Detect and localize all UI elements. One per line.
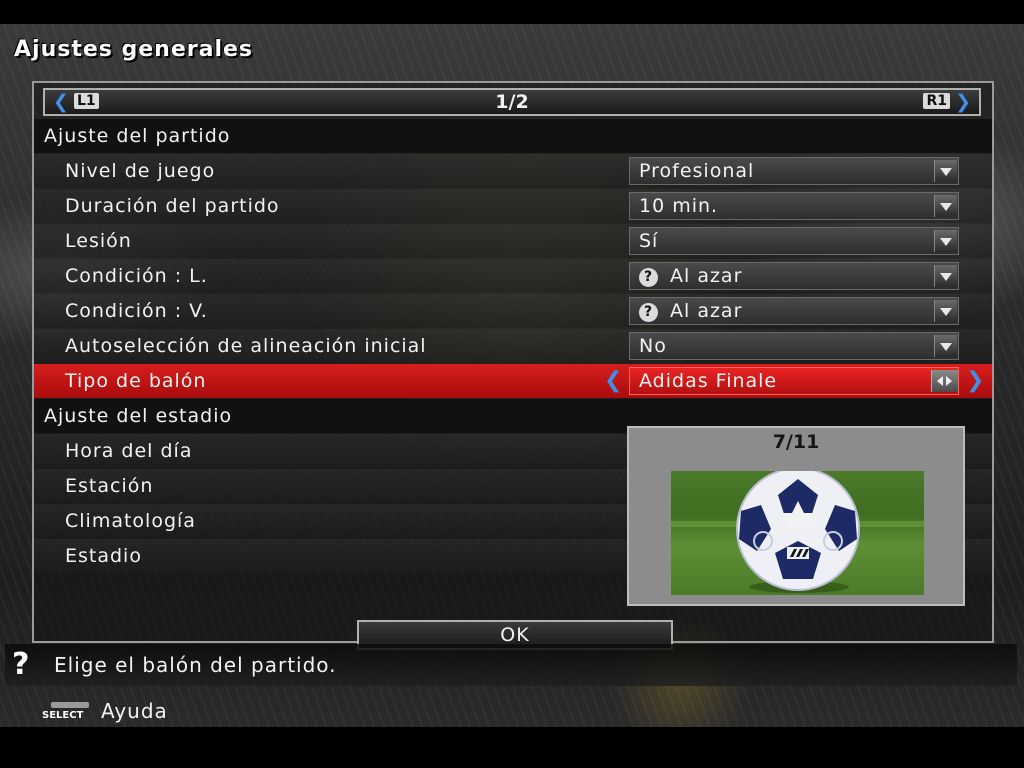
chevron-down-icon <box>934 335 957 357</box>
setting-label: Estadio <box>65 545 142 567</box>
setting-label: Estación <box>65 475 154 497</box>
game-level-dropdown[interactable]: Profesional <box>629 157 959 185</box>
settings-panel: ❮ L1 1/2 R1 ❯ Ajuste del partido Nivel d… <box>32 81 994 650</box>
pagination-bar: ❮ L1 1/2 R1 ❯ <box>43 88 981 116</box>
game-screen: Ajustes generales ❮ L1 1/2 R1 ❯ Ajuste d… <box>0 24 1024 727</box>
dropdown-value-wrap: ? Al azar <box>639 298 742 324</box>
setting-label: Climatología <box>65 510 196 532</box>
setting-row-match-duration[interactable]: Duración del partido 10 min. <box>34 189 992 223</box>
random-question-icon: ? <box>639 303 658 322</box>
help-bar: ? Elige el balón del partido. <box>5 644 1017 686</box>
setting-label: Tipo de balón <box>65 370 207 392</box>
setting-label: Hora del día <box>65 440 193 462</box>
setting-row-game-level[interactable]: Nivel de juego Profesional <box>34 154 992 188</box>
setting-label: Condición : L. <box>65 265 208 287</box>
setting-row-injury[interactable]: Lesión Sí <box>34 224 992 258</box>
r1-button-label[interactable]: R1 <box>923 93 950 109</box>
dropdown-value: Profesional <box>639 160 755 182</box>
section-header-match: Ajuste del partido <box>34 119 992 153</box>
chevron-down-icon <box>934 265 957 287</box>
chevron-down-icon <box>934 230 957 252</box>
dropdown-value: 10 min. <box>639 195 719 217</box>
help-text: Elige el balón del partido. <box>54 653 337 677</box>
help-question-icon: ? <box>12 647 30 682</box>
setting-label: Lesión <box>65 230 132 252</box>
condition-away-dropdown[interactable]: ? Al azar <box>629 297 959 325</box>
setting-row-ball-type[interactable]: Tipo de balón ❮ Adidas Finale ❯ <box>34 364 992 398</box>
page-indicator: 1/2 <box>495 91 529 113</box>
dropdown-value: Al azar <box>670 265 743 287</box>
dropdown-value: Sí <box>639 230 659 252</box>
setting-row-auto-lineup[interactable]: Autoselección de alineación inicial No <box>34 329 992 363</box>
help-hint-label: Ayuda <box>101 699 168 723</box>
dropdown-value: No <box>639 335 667 357</box>
setting-row-condition-away[interactable]: Condición : V. ? Al azar <box>34 294 992 328</box>
match-duration-dropdown[interactable]: 10 min. <box>629 192 959 220</box>
select-button-label: SELECT <box>42 710 84 721</box>
injury-dropdown[interactable]: Sí <box>629 227 959 255</box>
previous-option-arrow-icon[interactable]: ❮ <box>604 364 623 398</box>
selector-value: Adidas Finale <box>639 370 778 392</box>
condition-home-dropdown[interactable]: ? Al azar <box>629 262 959 290</box>
setting-label: Duración del partido <box>65 195 280 217</box>
select-button-icon: SELECT <box>42 702 98 721</box>
next-option-arrow-icon[interactable]: ❯ <box>966 364 985 398</box>
page-next-arrow-icon[interactable]: ❯ <box>955 90 971 114</box>
ball-index-counter: 7/11 <box>772 431 820 453</box>
auto-lineup-dropdown[interactable]: No <box>629 332 959 360</box>
ball-type-selector[interactable]: Adidas Finale <box>629 367 959 395</box>
random-question-icon: ? <box>639 268 658 287</box>
soccer-ball-icon <box>671 471 924 593</box>
dropdown-value: Al azar <box>670 300 743 322</box>
chevron-down-icon <box>934 160 957 182</box>
screen-title: Ajustes generales <box>14 37 254 62</box>
soccer-ball-image <box>671 471 924 595</box>
chevron-down-icon <box>934 195 957 217</box>
setting-label: Nivel de juego <box>65 160 216 182</box>
left-right-cycle-icon <box>931 370 958 392</box>
dropdown-value-wrap: ? Al azar <box>639 263 742 289</box>
setting-label: Condición : V. <box>65 300 208 322</box>
setting-label: Autoselección de alineación inicial <box>65 335 427 357</box>
ball-preview-popup: 7/11 <box>627 426 965 606</box>
setting-row-condition-home[interactable]: Condición : L. ? Al azar <box>34 259 992 293</box>
chevron-down-icon <box>934 300 957 322</box>
